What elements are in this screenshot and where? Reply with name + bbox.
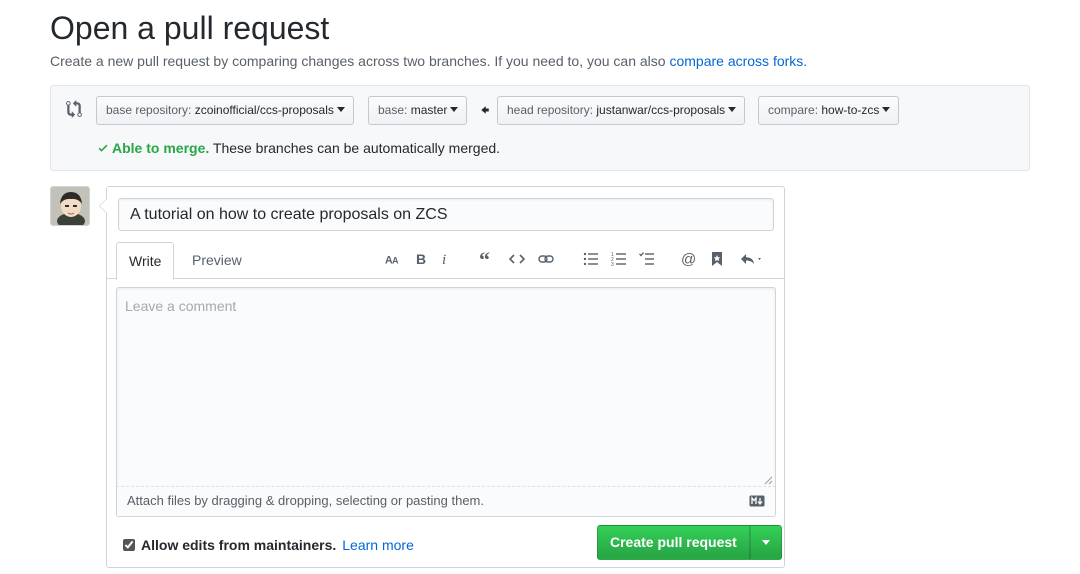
allow-edits-label: Allow edits from maintainers. xyxy=(141,537,337,553)
task-list-icon[interactable] xyxy=(636,248,658,270)
reply-icon[interactable] xyxy=(737,248,767,270)
tab-write[interactable]: Write xyxy=(116,242,175,280)
code-icon[interactable] xyxy=(506,248,528,270)
italic-icon[interactable]: i xyxy=(434,248,456,270)
git-compare-icon xyxy=(66,100,82,118)
chevron-down-icon xyxy=(761,540,770,545)
quote-icon[interactable]: “ xyxy=(475,248,497,270)
page-title: Open a pull request xyxy=(50,10,330,46)
chevron-down-icon xyxy=(728,107,737,113)
base-branch-select[interactable]: base: master xyxy=(368,96,468,125)
merge-status: Able to merge. These branches can be aut… xyxy=(97,139,500,157)
text-size-icon[interactable]: AA xyxy=(382,248,404,270)
svg-text:“: “ xyxy=(479,251,490,267)
markdown-icon[interactable] xyxy=(749,495,765,507)
compare-across-forks-link[interactable]: compare across forks. xyxy=(669,53,807,69)
chevron-down-icon xyxy=(882,107,891,113)
create-pr-dropdown-button[interactable] xyxy=(749,525,782,560)
svg-text:3: 3 xyxy=(611,262,614,267)
reference-icon[interactable] xyxy=(706,248,728,270)
svg-text:A: A xyxy=(392,255,399,265)
svg-text:i: i xyxy=(442,252,446,267)
user-avatar-image xyxy=(51,187,89,225)
head-repository-select[interactable]: head repository: justanwar/ccs-proposals xyxy=(497,96,746,125)
svg-text:@: @ xyxy=(681,251,696,267)
learn-more-link[interactable]: Learn more xyxy=(342,536,414,554)
page-subtitle: Create a new pull request by comparing c… xyxy=(50,52,807,70)
pr-title-input[interactable] xyxy=(118,198,774,231)
chevron-down-icon xyxy=(336,107,345,113)
base-repository-select[interactable]: base repository: zcoinofficial/ccs-propo… xyxy=(96,96,354,125)
compare-branch-select[interactable]: compare: how-to-zcs xyxy=(758,96,900,125)
comment-textarea[interactable] xyxy=(116,287,776,487)
allow-edits-option[interactable]: Allow edits from maintainers. Learn more xyxy=(123,536,414,554)
check-icon xyxy=(98,144,108,152)
arrow-left-icon xyxy=(481,106,489,114)
link-icon[interactable] xyxy=(535,248,557,270)
bold-icon[interactable]: B xyxy=(410,248,432,270)
allow-edits-checkbox[interactable] xyxy=(123,539,135,551)
avatar[interactable] xyxy=(50,186,90,226)
bulleted-list-icon[interactable] xyxy=(580,248,602,270)
pull-request-form: Write Preview AA B i “ 123 @ Attach file… xyxy=(99,186,785,568)
chevron-down-icon xyxy=(450,107,459,113)
create-pr-button-group: Create pull request xyxy=(597,525,782,560)
attach-files-bar[interactable]: Attach files by dragging & dropping, sel… xyxy=(116,487,776,517)
branch-compare-box: base repository: zcoinofficial/ccs-propo… xyxy=(50,85,1030,171)
subtitle-text: Create a new pull request by comparing c… xyxy=(50,53,670,69)
numbered-list-icon[interactable]: 123 xyxy=(608,248,630,270)
create-pull-request-button[interactable]: Create pull request xyxy=(597,525,750,560)
resize-handle-icon[interactable] xyxy=(763,475,773,485)
attach-files-text: Attach files by dragging & dropping, sel… xyxy=(127,493,484,508)
tab-preview[interactable]: Preview xyxy=(180,242,254,279)
svg-text:B: B xyxy=(416,251,426,267)
mention-icon[interactable]: @ xyxy=(678,248,700,270)
